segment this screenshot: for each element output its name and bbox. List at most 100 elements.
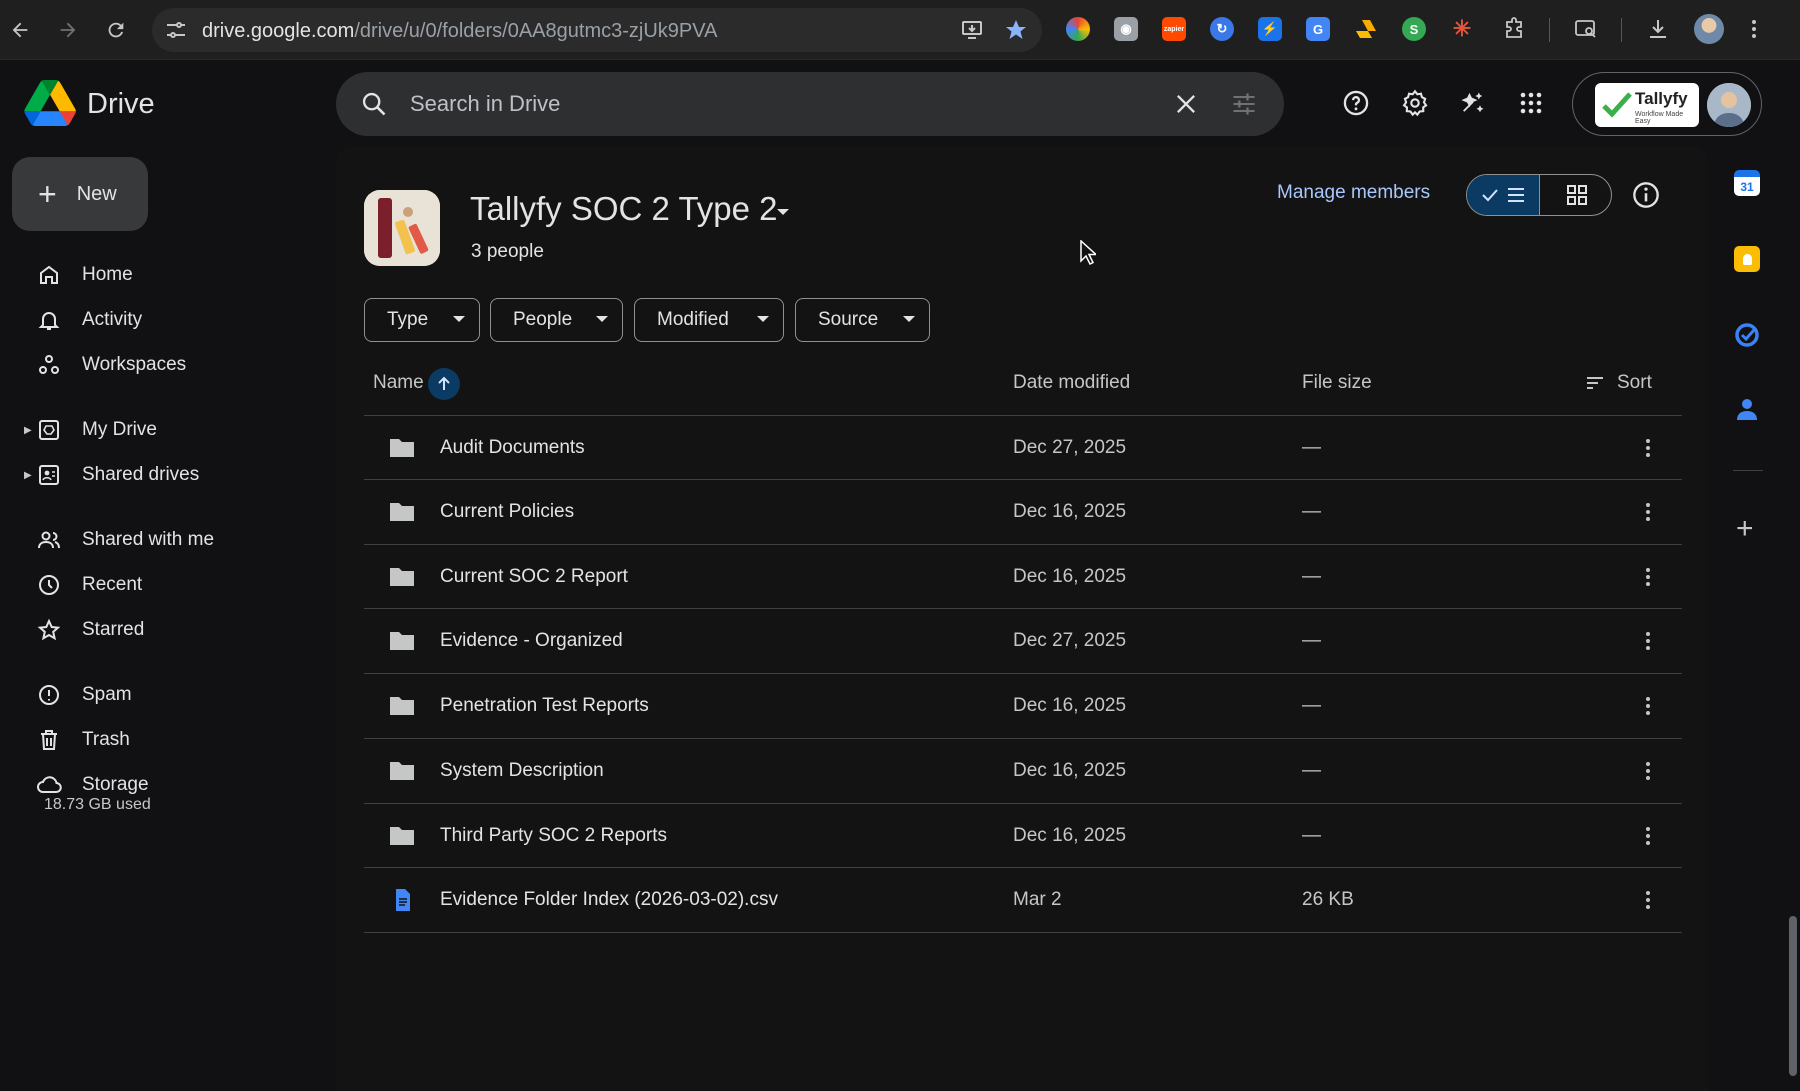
column-header-date-modified[interactable]: Date modified [1013,372,1130,394]
search-input[interactable] [410,86,1110,122]
color-picker-icon[interactable] [1066,17,1090,41]
sidebar-item-activity[interactable]: Activity [24,300,324,340]
contacts-icon[interactable] [1734,396,1760,422]
drive-logo-icon[interactable] [24,80,76,126]
more-actions-icon[interactable] [1634,757,1662,785]
more-actions-icon[interactable] [1634,692,1662,720]
zapier-icon[interactable]: zapier [1162,17,1186,41]
download-icon[interactable] [1646,17,1670,41]
sidebar-item-recent[interactable]: Recent [24,565,324,605]
file-name: Evidence - Organized [440,630,623,651]
table-row[interactable]: Evidence Folder Index (2026-03-02).csv M… [364,867,1682,931]
file-size: — [1302,630,1321,651]
more-actions-icon[interactable] [1634,627,1662,655]
expand-caret-icon[interactable]: ▶ [24,470,32,481]
info-icon[interactable] [1632,181,1660,209]
column-header-file-size[interactable]: File size [1302,372,1372,394]
address-bar[interactable]: drive.google.com/drive/u/0/folders/0AA8g… [152,8,1042,52]
gemini-sparkle-icon[interactable] [1458,88,1488,118]
browser-menu-icon[interactable] [1742,17,1766,41]
tab-search-icon[interactable] [1574,17,1598,41]
sidebar-item-trash[interactable]: Trash [24,720,324,760]
org-tagline: Workflow Made Easy [1635,111,1684,125]
clear-search-icon[interactable] [1172,90,1200,118]
extensions-puzzle-icon[interactable] [1502,17,1526,41]
more-actions-icon[interactable] [1634,822,1662,850]
avatar[interactable] [1707,83,1751,127]
sidebar-item-home[interactable]: Home [24,255,324,295]
folder-title[interactable]: Tallyfy SOC 2 Type 2 [470,190,778,228]
more-actions-icon[interactable] [1634,563,1662,591]
date-modified: Dec 16, 2025 [1013,825,1127,846]
bolt-icon[interactable]: ⚡ [1258,17,1282,41]
sort-button[interactable]: Sort [1585,372,1652,394]
settings-gear-icon[interactable] [1400,88,1430,118]
reload-icon[interactable] [98,12,134,48]
bookmark-star-icon[interactable] [1004,18,1028,42]
table-row[interactable]: Current Policies Dec 16, 2025 — [364,479,1682,543]
sidebar-item-shared-drives[interactable]: ▶ Shared drives [24,455,324,495]
sidebar-item-my-drive[interactable]: ▶ My Drive [24,410,324,450]
s-extension-icon[interactable]: S [1402,17,1426,41]
manage-members-link[interactable]: Manage members [1277,182,1430,204]
table-row[interactable]: System Description Dec 16, 2025 — [364,738,1682,802]
forward-icon[interactable] [50,12,86,48]
get-addons-plus-icon[interactable]: + [1736,514,1754,544]
help-icon[interactable] [1341,88,1371,118]
more-actions-icon[interactable] [1634,498,1662,526]
table-row[interactable]: Penetration Test Reports Dec 16, 2025 — [364,673,1682,737]
filter-type[interactable]: Type [364,298,480,342]
toolbar-divider [1621,18,1622,42]
sparkle-icon[interactable]: ✳ [1450,16,1474,41]
back-icon[interactable] [2,12,38,48]
mouse-cursor-icon [1080,240,1096,266]
new-button[interactable]: + New [12,157,148,231]
sidebar-item-shared-with-me[interactable]: Shared with me [24,520,324,560]
sidebar-item-workspaces[interactable]: Workspaces [24,345,324,385]
filter-source[interactable]: Source [795,298,930,342]
sidebar-item-spam[interactable]: Spam [24,675,324,715]
more-actions-icon[interactable] [1634,434,1662,462]
sync-icon[interactable]: ↻ [1210,17,1234,41]
list-view-button[interactable] [1467,175,1540,215]
table-row[interactable]: Third Party SOC 2 Reports Dec 16, 2025 — [364,803,1682,867]
more-actions-icon[interactable] [1634,886,1662,914]
expand-caret-icon[interactable]: ▶ [24,425,32,436]
folder-icon [390,632,414,650]
search-options-icon[interactable] [1230,90,1258,118]
account-switcher[interactable]: Tallyfy Workflow Made Easy [1572,72,1762,136]
browser-toolbar: drive.google.com/drive/u/0/folders/0AA8g… [0,0,1800,60]
site-settings-icon[interactable] [164,18,188,42]
file-size: — [1302,566,1321,587]
search-bar[interactable] [336,72,1284,136]
table-row[interactable]: Current SOC 2 Report Dec 16, 2025 — [364,544,1682,608]
page-scrollbar[interactable] [1789,916,1797,1076]
sidebar-item-starred[interactable]: Starred [24,610,324,650]
view-toggle[interactable] [1466,174,1612,216]
drive-extension-icon[interactable] [1354,17,1378,41]
chevron-down-icon[interactable] [775,204,791,220]
plus-icon: + [38,176,57,212]
keep-icon[interactable] [1734,246,1760,272]
sort-ascending-icon[interactable] [428,368,460,400]
translate-icon[interactable]: G [1306,17,1330,41]
tasks-icon[interactable] [1734,322,1760,348]
install-app-icon[interactable] [960,18,984,42]
search-icon[interactable] [360,90,388,118]
filter-modified[interactable]: Modified [634,298,784,342]
filter-people[interactable]: People [490,298,623,342]
sidebar-item-label: Starred [82,619,145,640]
calendar-icon[interactable]: 31 [1734,170,1760,196]
apps-grid-icon[interactable] [1516,88,1546,118]
table-row[interactable]: Evidence - Organized Dec 27, 2025 — [364,608,1682,672]
camera-icon[interactable]: ◉ [1114,17,1138,41]
grid-view-button[interactable] [1541,175,1611,215]
home-icon [36,262,62,288]
profile-avatar-icon[interactable] [1694,14,1724,44]
my-drive-icon [36,417,62,443]
member-count[interactable]: 3 people [471,241,544,263]
chevron-down-icon [903,316,915,322]
table-row[interactable]: Audit Documents Dec 27, 2025 — [364,415,1682,479]
column-header-name[interactable]: Name [373,372,424,394]
chevron-down-icon [757,316,769,322]
